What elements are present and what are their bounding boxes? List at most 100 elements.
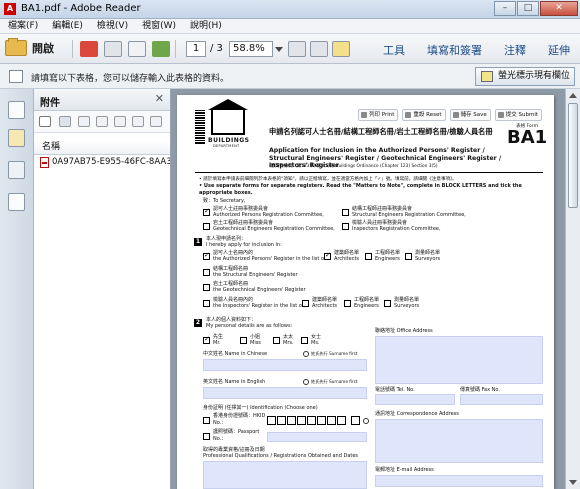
committee-ap-checkbox[interactable] [203, 207, 210, 216]
highlight-icon[interactable] [332, 41, 350, 57]
ge-register-checkbox[interactable] [203, 284, 210, 291]
qualifications-label-en: Professional Qualifications / Registrati… [203, 453, 359, 459]
ir-architects-en: Architects [312, 303, 338, 309]
maximize-button[interactable]: □ [517, 1, 539, 16]
ir-architects-checkbox[interactable] [302, 300, 309, 307]
hkid-cell[interactable] [307, 416, 316, 425]
search-icon[interactable] [132, 116, 144, 127]
hkid-checkbox[interactable] [203, 417, 210, 424]
close-button[interactable]: ✕ [540, 1, 578, 16]
bookmarks-icon[interactable] [8, 129, 25, 147]
delete-attachment-icon[interactable] [114, 116, 126, 127]
hkid-cell[interactable] [297, 416, 306, 425]
reset-button[interactable]: 重設 Reset [402, 109, 446, 121]
scroll-thumb[interactable] [568, 103, 578, 208]
save-attachment-icon[interactable] [78, 116, 90, 127]
qualifications-field[interactable] [203, 461, 367, 489]
surname-first-hint: 姓氏先行 Surname first [311, 379, 358, 384]
options-icon[interactable] [39, 116, 51, 127]
office-address-field[interactable] [375, 336, 543, 384]
vertical-scrollbar[interactable] [565, 89, 580, 489]
ap-surveyors-checkbox[interactable] [405, 253, 412, 260]
passport-label: 護照號碼：Passport No.： [213, 429, 260, 442]
export-icon[interactable] [150, 116, 162, 127]
ap-engineers-checkbox[interactable] [365, 253, 372, 260]
fill-sign-tab[interactable]: 填寫和簽署 [427, 42, 482, 58]
ir-surveyors-checkbox[interactable] [384, 300, 391, 307]
list-item[interactable]: 0A97AB75-E955-46FC-8AA3-32 [34, 155, 170, 169]
ap-register-checkbox[interactable] [203, 251, 210, 260]
passport-checkbox[interactable] [203, 433, 210, 440]
sticky-note-icon[interactable] [310, 41, 328, 57]
committee-ge-checkbox[interactable] [203, 223, 210, 230]
open-attachment-icon[interactable] [59, 116, 71, 127]
ap-architects-en: Architects [334, 256, 360, 262]
passport-field[interactable] [267, 432, 367, 442]
surname-first-hint: 姓氏先行 Surname first [311, 351, 358, 356]
chevron-down-icon[interactable] [275, 47, 283, 52]
open-button[interactable]: 開啟 [5, 38, 54, 56]
pdf-page: BUILDINGS DEPARTMENT 列印 Print 重設 Reset 儲… [177, 95, 554, 489]
name-en-field[interactable] [203, 387, 367, 399]
hkid-cell[interactable] [327, 416, 336, 425]
print-icon[interactable] [104, 41, 122, 57]
print-button[interactable]: 列印 Print [358, 109, 399, 121]
title-ms-checkbox[interactable] [301, 337, 308, 344]
email-icon[interactable] [128, 41, 146, 57]
scroll-down-icon[interactable] [569, 480, 577, 485]
toolbar-divider [175, 40, 176, 58]
extend-tab[interactable]: 延伸 [548, 42, 570, 58]
submit-button[interactable]: 提交 Submit [494, 109, 543, 121]
hkid-cell[interactable] [337, 416, 346, 425]
name-zh-field[interactable] [203, 359, 367, 371]
info-icon [303, 351, 309, 357]
signature-icon[interactable] [8, 193, 25, 211]
ir-engineers-checkbox[interactable] [344, 300, 351, 307]
tel-field[interactable] [375, 394, 455, 405]
page-total: / 3 [210, 43, 223, 54]
menu-bar: 檔案(F) 編輯(E) 檢視(V) 視窗(W) 說明(H) [0, 19, 580, 34]
comment-tab[interactable]: 注釋 [504, 42, 526, 58]
se-register-checkbox[interactable] [203, 269, 210, 276]
page-thumbnails-icon[interactable] [8, 101, 25, 119]
menu-window[interactable]: 視窗(W) [142, 19, 176, 33]
tools-tab[interactable]: 工具 [383, 42, 405, 58]
menu-file[interactable]: 檔案(F) [8, 19, 38, 33]
title-mrs-checkbox[interactable] [273, 337, 280, 344]
column-header-name[interactable]: 名稱 [34, 141, 170, 155]
close-icon[interactable]: ✕ [155, 92, 164, 105]
panel-title: 附件 [40, 98, 60, 109]
hkid-check-digit-cell[interactable] [351, 416, 360, 425]
document-viewer[interactable]: BUILDINGS DEPARTMENT 列印 Print 重設 Reset 儲… [171, 89, 580, 489]
scroll-up-icon[interactable] [569, 93, 577, 98]
fit-page-icon[interactable] [288, 41, 306, 57]
create-pdf-icon[interactable] [80, 41, 98, 57]
ir-register-checkbox[interactable] [203, 300, 210, 307]
highlight-fields-button[interactable]: 螢光標示現有欄位 [475, 67, 575, 86]
attachment-icon[interactable] [8, 161, 25, 179]
menu-help[interactable]: 說明(H) [190, 19, 222, 33]
email-field[interactable] [375, 475, 543, 487]
committee-ir-checkbox[interactable] [342, 223, 349, 230]
menu-view[interactable]: 檢視(V) [97, 19, 128, 33]
zoom-select[interactable]: 58.8% [229, 41, 273, 57]
committee-se-checkbox[interactable] [342, 209, 349, 216]
add-attachment-icon[interactable] [96, 116, 108, 127]
identification-label: 身份証明 (任擇其一) Identification (Choose one) [203, 405, 318, 411]
title-bar: A BA1.pdf - Adobe Reader – □ ✕ [0, 0, 580, 19]
highlight-fields-icon [481, 71, 493, 82]
hkid-cell[interactable] [267, 416, 276, 425]
upload-icon[interactable] [152, 41, 170, 57]
menu-edit[interactable]: 編輯(E) [52, 19, 83, 33]
correspondence-address-field[interactable] [375, 419, 543, 463]
hkid-cell[interactable] [277, 416, 286, 425]
save-button[interactable]: 儲存 Save [449, 109, 491, 121]
title-miss-checkbox[interactable] [240, 337, 247, 344]
title-mr-checkbox[interactable] [203, 335, 210, 344]
page-number-input[interactable]: 1 [186, 41, 206, 57]
hkid-cell[interactable] [287, 416, 296, 425]
fax-field[interactable] [460, 394, 543, 405]
minimize-button[interactable]: – [494, 1, 516, 16]
hkid-cell[interactable] [317, 416, 326, 425]
ap-architects-checkbox[interactable] [324, 251, 331, 260]
